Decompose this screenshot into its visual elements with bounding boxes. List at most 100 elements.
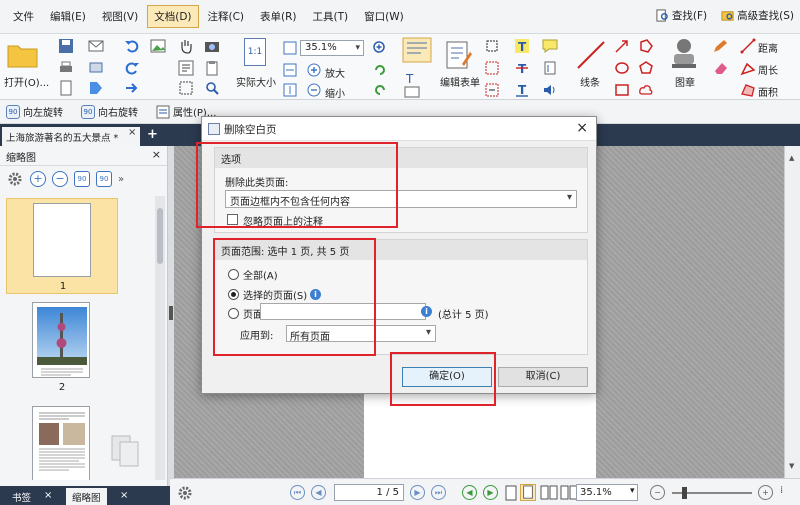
text-box-icon[interactable]	[404, 84, 420, 100]
settings-gear-icon[interactable]	[176, 484, 194, 502]
print-icon[interactable]	[58, 60, 74, 76]
zoom-out-label[interactable]: 缩小	[325, 85, 345, 100]
page-layout-icon[interactable]	[402, 37, 432, 63]
scan-icon[interactable]	[88, 60, 104, 76]
rotate-cw-icon[interactable]	[372, 62, 388, 78]
distance-icon[interactable]	[740, 38, 756, 54]
tag-icon[interactable]	[88, 80, 104, 96]
more-options-icon[interactable]: ⁞	[780, 485, 783, 496]
back-icon[interactable]: ◀	[462, 485, 477, 500]
thumbnail-item-1[interactable]: 1	[6, 198, 118, 294]
menu-tools[interactable]: 工具(T)	[306, 5, 356, 28]
perimeter-label[interactable]: 周长	[758, 62, 778, 77]
clipboard-icon[interactable]	[204, 60, 220, 76]
cloud-icon[interactable]	[638, 82, 654, 98]
line-label[interactable]: 线条	[580, 74, 600, 89]
email-icon[interactable]	[88, 38, 104, 54]
document-scrollbar[interactable]: ▲ ▼	[784, 146, 800, 478]
status-zoom-out-icon[interactable]: −	[650, 485, 665, 500]
first-page-icon[interactable]: ⏮	[290, 485, 305, 500]
perimeter-icon[interactable]	[740, 60, 756, 76]
zoom-dropdown-chevron-icon[interactable]: ▾	[630, 486, 635, 496]
tab-bookmarks[interactable]: 书签	[6, 488, 37, 505]
advanced-find-button[interactable]: 高级查找(S)	[721, 8, 794, 23]
find-button[interactable]: 查找(F)	[656, 8, 707, 23]
next-page-icon[interactable]: ▶	[410, 485, 425, 500]
file-attach-icon[interactable]	[542, 60, 558, 76]
zoom-slider[interactable]	[672, 487, 752, 499]
dialog-close-icon[interactable]: ×	[576, 120, 588, 136]
redo-icon[interactable]	[124, 60, 140, 76]
select-area-icon[interactable]	[178, 80, 194, 96]
eraser-icon[interactable]	[712, 60, 728, 76]
menu-comment[interactable]: 注释(C)	[201, 5, 252, 28]
menu-window[interactable]: 窗口(W)	[357, 5, 411, 28]
rectangle-icon[interactable]	[614, 82, 630, 98]
thumbnail-item-3[interactable]	[6, 404, 118, 480]
actual-size-label[interactable]: 实际大小	[236, 74, 276, 89]
status-zoom-in-icon[interactable]: +	[758, 485, 773, 500]
forward-icon[interactable]: ▶	[483, 485, 498, 500]
continuous-page-icon[interactable]	[520, 484, 536, 501]
edit-form-label[interactable]: 编辑表单	[440, 74, 480, 89]
fit-width-icon[interactable]	[282, 62, 298, 78]
edit-form-icon[interactable]	[444, 40, 474, 70]
document-icon[interactable]	[58, 80, 74, 96]
menu-view[interactable]: 视图(V)	[95, 5, 145, 28]
thumbnail-scrollbar[interactable]	[155, 196, 165, 480]
rotate-ccw-icon[interactable]	[372, 82, 388, 98]
prev-page-icon[interactable]: ◀	[311, 485, 326, 500]
select-text-icon[interactable]	[178, 60, 194, 76]
open-folder-icon[interactable]	[6, 38, 40, 70]
zoom-slider-knob[interactable]	[682, 487, 687, 499]
facing-pages-icon[interactable]	[540, 485, 558, 501]
thumb-zoom-in-icon[interactable]: +	[30, 171, 46, 187]
sticky-note-icon[interactable]	[542, 38, 558, 54]
pencil-icon[interactable]	[712, 38, 728, 54]
crop-icon[interactable]	[484, 38, 500, 54]
area-icon[interactable]	[740, 82, 756, 98]
more-chevron-icon[interactable]: »	[118, 174, 124, 185]
tab-bookmarks-close[interactable]: ×	[38, 488, 58, 505]
strikeout-icon[interactable]: T	[514, 60, 530, 76]
single-page-icon[interactable]	[504, 485, 518, 501]
line-tool-icon[interactable]	[574, 38, 608, 72]
menu-document[interactable]: 文档(D)	[147, 5, 199, 28]
document-tab[interactable]: 上海旅游著名的五大景点 *	[2, 127, 140, 146]
zoom-level-field[interactable]: 35.1%	[300, 40, 364, 56]
thumb-zoom-out-icon[interactable]: −	[52, 171, 68, 187]
area-label[interactable]: 面积	[758, 84, 778, 99]
article-icon[interactable]	[484, 82, 500, 98]
scroll-up-icon[interactable]: ▲	[789, 154, 794, 162]
sound-icon[interactable]	[542, 82, 558, 98]
thumbnail-item-2[interactable]: 2	[6, 300, 118, 398]
menu-edit[interactable]: 编辑(E)	[43, 5, 93, 28]
typewriter-icon[interactable]: T	[514, 38, 530, 54]
thumb-rotate-left-icon[interactable]: 90	[74, 171, 90, 187]
stamp-icon[interactable]	[668, 36, 700, 70]
zoom-out-icon[interactable]	[306, 82, 322, 98]
distance-label[interactable]: 距离	[758, 40, 778, 55]
last-page-icon[interactable]: ⏭	[431, 485, 446, 500]
image-icon[interactable]	[150, 38, 166, 54]
tab-thumbnails[interactable]: 缩略图	[66, 488, 107, 505]
zoom-in-label[interactable]: 放大	[325, 65, 345, 80]
hand-icon[interactable]	[178, 38, 194, 54]
undo-icon[interactable]	[124, 38, 140, 54]
new-tab-icon[interactable]: +	[147, 127, 158, 142]
menu-form[interactable]: 表单(R)	[253, 5, 304, 28]
underline-icon[interactable]: T	[514, 82, 530, 98]
document-tab-close-icon[interactable]: ×	[128, 127, 136, 138]
zoom-tool-icon[interactable]	[204, 80, 220, 96]
fit-visible-icon[interactable]	[282, 82, 298, 98]
scroll-down-icon[interactable]: ▼	[789, 462, 794, 470]
scroll-thumb[interactable]	[157, 208, 163, 264]
tab-thumbnails-close[interactable]: ×	[114, 488, 134, 505]
page-number-field[interactable]: 1 / 5	[334, 484, 404, 501]
gear-icon[interactable]	[6, 170, 24, 188]
link-icon[interactable]	[484, 60, 500, 76]
polygon-icon[interactable]	[638, 38, 654, 54]
rotate-right-button[interactable]: 90 向右旋转	[81, 104, 138, 119]
camera-icon[interactable]	[204, 38, 220, 54]
ellipse-icon[interactable]	[614, 60, 630, 76]
